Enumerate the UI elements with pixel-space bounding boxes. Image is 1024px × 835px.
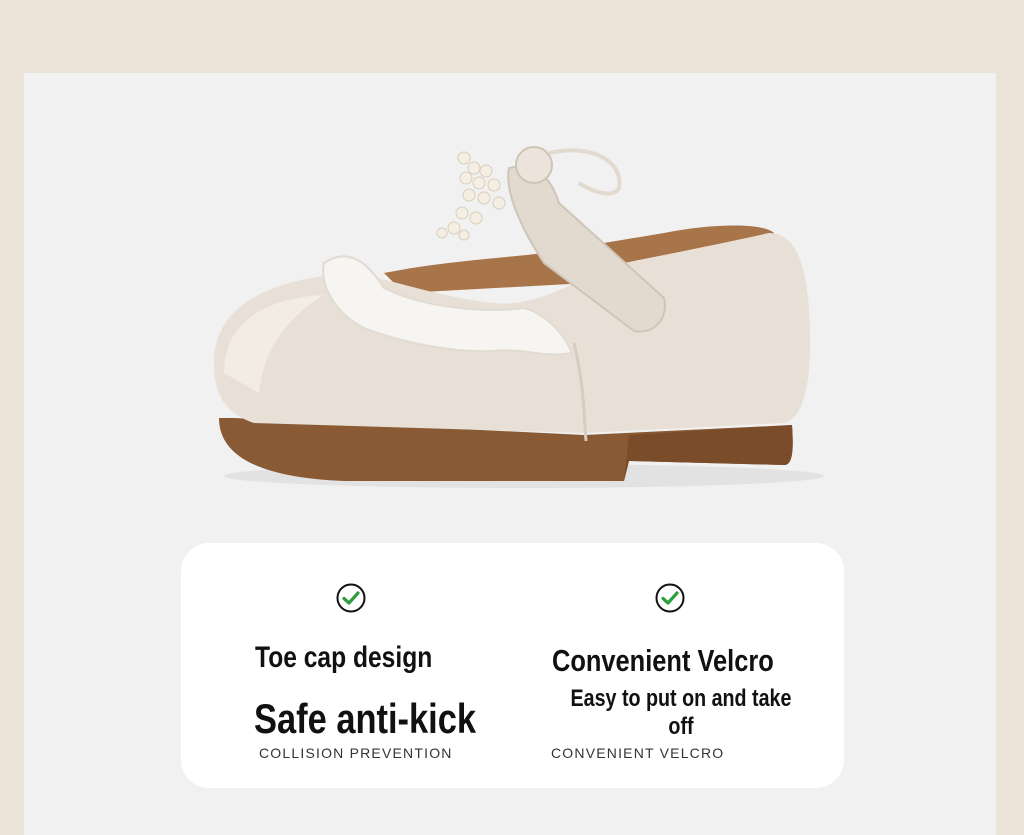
- feature-subtitle: Easy to put on and take off: [570, 685, 792, 740]
- feature-heading: Safe anti-kick: [254, 695, 477, 742]
- check-circle-icon: [655, 583, 685, 613]
- feature-title: Convenient Velcro: [552, 643, 774, 678]
- product-photo-panel: Toe cap design Safe anti-kick COLLISION …: [24, 73, 996, 835]
- feature-card: Toe cap design Safe anti-kick COLLISION …: [181, 543, 844, 788]
- feature-toe-cap: Toe cap design Safe anti-kick COLLISION …: [221, 543, 491, 788]
- feature-title: Toe cap design: [255, 641, 433, 674]
- feature-caption: CONVENIENT VELCRO: [551, 745, 725, 761]
- feature-velcro: Convenient Velcro Easy to put on and tak…: [531, 543, 801, 788]
- shoe-photo: [214, 146, 824, 488]
- feature-caption: COLLISION PREVENTION: [259, 745, 453, 761]
- check-circle-icon: [336, 583, 366, 613]
